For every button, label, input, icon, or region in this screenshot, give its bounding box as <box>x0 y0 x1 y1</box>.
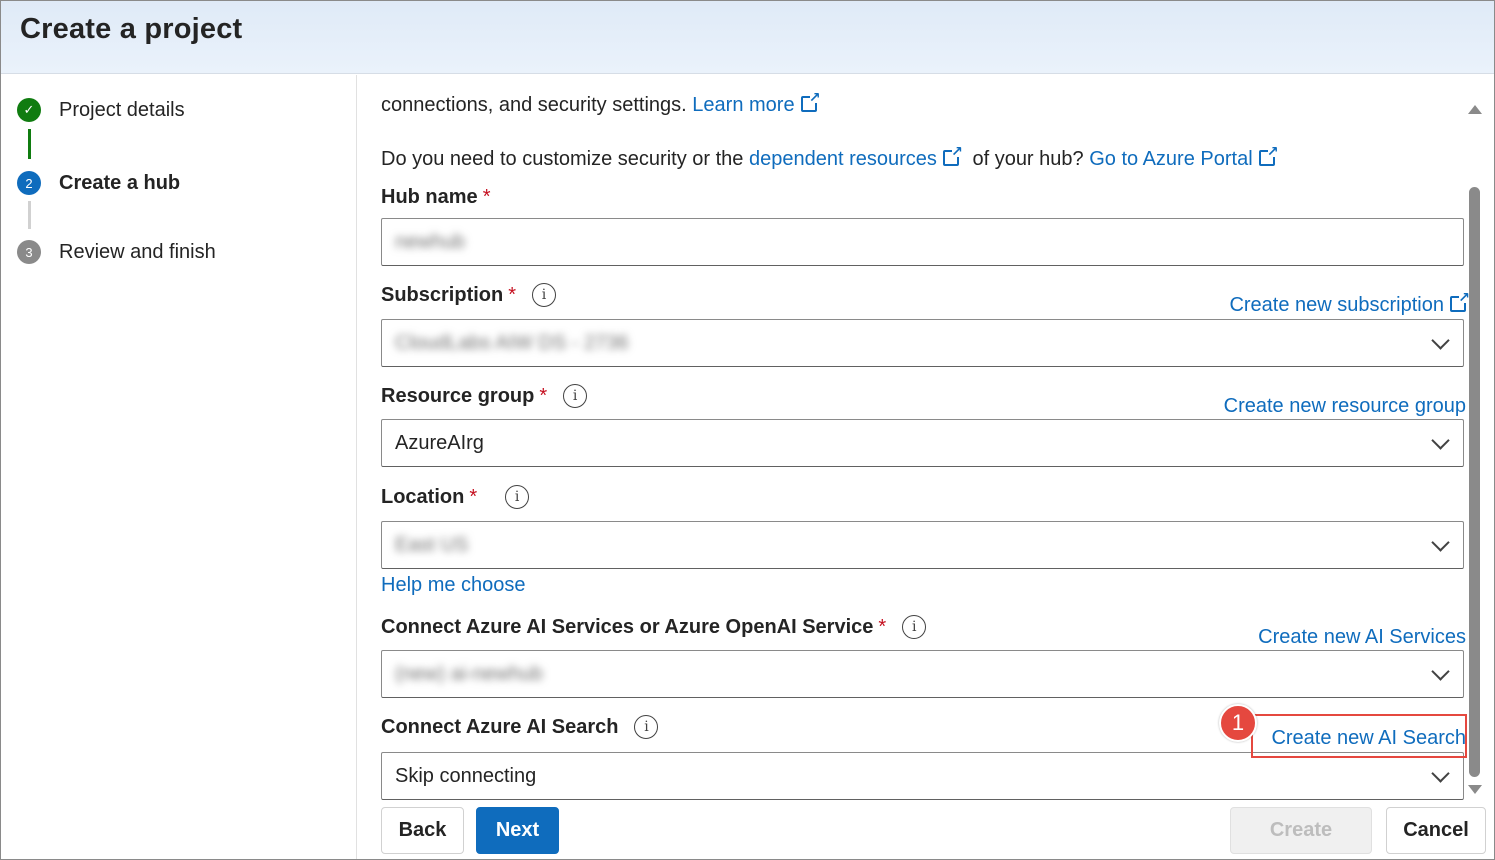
create-new-subscription-link[interactable]: Create new subscription <box>1229 289 1470 317</box>
external-link-icon <box>1450 289 1470 312</box>
ai-services-label: Connect Azure AI Services or Azure OpenA… <box>381 615 927 639</box>
hub-name-input[interactable]: newhub <box>381 218 1464 266</box>
info-icon[interactable]: i <box>634 715 659 739</box>
help-me-choose-link[interactable]: Help me choose <box>381 574 526 597</box>
info-icon[interactable]: i <box>563 384 588 408</box>
external-link-icon <box>800 89 821 112</box>
step-connector <box>28 129 31 159</box>
ai-search-label: Connect Azure AI Search i <box>381 715 659 739</box>
chevron-down-icon <box>1431 434 1449 452</box>
info-icon[interactable]: i <box>505 485 530 509</box>
external-link-icon <box>1258 143 1279 166</box>
step-label: Project details <box>59 98 185 121</box>
subscription-label: Subscription * i <box>381 283 557 307</box>
create-new-ai-services-link[interactable]: Create new AI Services <box>1258 626 1466 649</box>
chevron-down-icon <box>1431 536 1449 554</box>
azure-portal-link[interactable]: Go to Azure Portal <box>1089 148 1252 170</box>
dependent-resources-link[interactable]: dependent resources <box>749 148 937 170</box>
scrollbar-thumb[interactable] <box>1469 187 1480 777</box>
step-badge: 1 <box>1219 704 1257 742</box>
chevron-down-icon <box>1431 334 1449 352</box>
step-review-finish[interactable]: 3 Review and finish <box>17 240 216 264</box>
subscription-dropdown[interactable]: CloudLabs AIW DS - 2736 <box>381 319 1464 367</box>
dialog-title: Create a project <box>20 13 243 45</box>
step-number-icon: 2 <box>17 171 41 195</box>
create-project-dialog: Create a project ✓ Project details 2 Cre… <box>0 0 1495 860</box>
step-label: Review and finish <box>59 240 216 263</box>
info-icon[interactable]: i <box>532 283 557 307</box>
checkmark-icon: ✓ <box>17 98 41 122</box>
step-number-icon: 3 <box>17 240 41 264</box>
hub-name-label: Hub name * <box>381 186 491 208</box>
highlight-box <box>1251 714 1467 758</box>
resource-group-dropdown[interactable]: AzureAIrg <box>381 419 1464 467</box>
learn-more-link[interactable]: Learn more <box>692 94 794 116</box>
location-dropdown[interactable]: East US <box>381 521 1464 569</box>
step-project-details[interactable]: ✓ Project details <box>17 98 185 122</box>
intro-line-2: Do you need to customize security or the… <box>381 143 1279 171</box>
chevron-down-icon <box>1431 665 1449 683</box>
step-connector <box>28 201 31 229</box>
create-new-resource-group-link[interactable]: Create new resource group <box>1224 395 1466 418</box>
cancel-button[interactable]: Cancel <box>1386 807 1486 854</box>
resource-group-label: Resource group * i <box>381 384 588 408</box>
scroll-down-arrow-icon[interactable] <box>1468 785 1482 794</box>
dialog-header: Create a project <box>1 1 1494 74</box>
location-label: Location * i <box>381 485 530 509</box>
intro-line-1: connections, and security settings. Lear… <box>381 89 821 117</box>
ai-services-dropdown[interactable]: (new) ai-newhub <box>381 650 1464 698</box>
next-button[interactable]: Next <box>476 807 559 854</box>
wizard-stepper: ✓ Project details 2 Create a hub 3 Revie… <box>1 75 357 859</box>
scroll-up-arrow-icon[interactable] <box>1468 105 1482 114</box>
info-icon[interactable]: i <box>902 615 927 639</box>
back-button[interactable]: Back <box>381 807 464 854</box>
external-link-icon <box>942 143 963 166</box>
chevron-down-icon <box>1431 767 1449 785</box>
step-create-hub[interactable]: 2 Create a hub <box>17 171 180 195</box>
ai-search-dropdown[interactable]: Skip connecting <box>381 752 1464 800</box>
step-label: Create a hub <box>59 171 181 194</box>
create-button[interactable]: Create <box>1230 807 1372 854</box>
